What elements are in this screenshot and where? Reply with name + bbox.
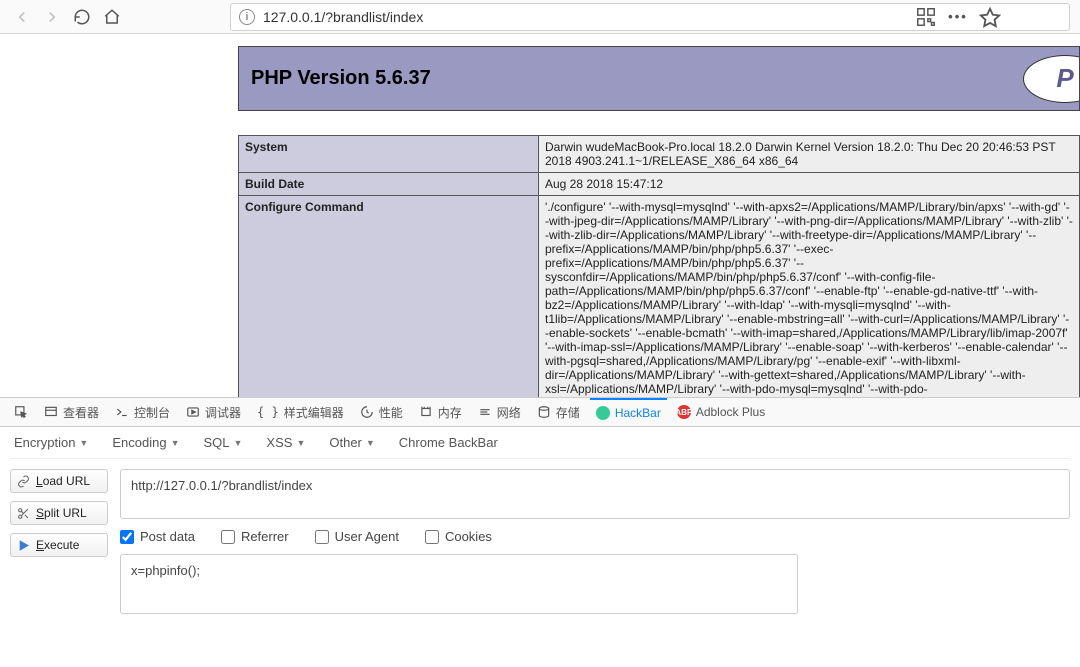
hackbar-icon xyxy=(596,406,610,420)
tab-debugger[interactable]: 调试器 xyxy=(180,398,247,426)
tab-performance[interactable]: 性能 xyxy=(354,398,409,426)
tab-console[interactable]: 控制台 xyxy=(109,398,176,426)
chevron-down-icon: ▼ xyxy=(296,438,305,448)
referrer-checkbox[interactable]: Referrer xyxy=(221,529,289,544)
qr-icon[interactable] xyxy=(915,6,937,28)
tab-styleeditor[interactable]: { } 样式编辑器 xyxy=(251,398,350,426)
chevron-down-icon: ▼ xyxy=(171,438,180,448)
back-button[interactable] xyxy=(10,5,34,29)
load-url-button[interactable]: Load URL xyxy=(10,469,108,493)
tab-hackbar[interactable]: HackBar xyxy=(590,398,667,426)
table-row: System Darwin wudeMacBook-Pro.local 18.2… xyxy=(239,136,1080,173)
page-viewport: PHP Version 5.6.37 P System Darwin wudeM… xyxy=(0,34,1080,397)
table-row: Build Date Aug 28 2018 15:47:12 xyxy=(239,173,1080,196)
adblock-icon: ABP xyxy=(677,405,691,419)
postdata-checkbox[interactable]: Post data xyxy=(120,529,195,544)
phpinfo-label: System xyxy=(239,136,539,173)
split-url-button[interactable]: Split URL xyxy=(10,501,108,525)
phpinfo-label: Configure Command xyxy=(239,196,539,398)
url-bar[interactable]: i 127.0.0.1/?brandlist/index ••• xyxy=(230,3,1070,31)
php-logo-icon: P xyxy=(1023,55,1080,103)
urlbar-right-icons: ••• xyxy=(915,6,1001,28)
tab-adblock[interactable]: ABP Adblock Plus xyxy=(671,398,771,426)
hackbar-url-input[interactable]: http://127.0.0.1/?brandlist/index xyxy=(120,469,1070,519)
chevron-down-icon: ▼ xyxy=(234,438,243,448)
forward-button[interactable] xyxy=(40,5,64,29)
hackbar-main: http://127.0.0.1/?brandlist/index Post d… xyxy=(120,469,1070,614)
execute-button[interactable]: Execute xyxy=(10,533,108,557)
browser-navbar: i 127.0.0.1/?brandlist/index ••• xyxy=(0,0,1080,34)
tab-inspector[interactable]: 查看器 xyxy=(38,398,105,426)
hackbar-side-buttons: Load URL Split URL Execute xyxy=(10,469,108,614)
menu-encryption[interactable]: Encryption▼ xyxy=(14,435,88,450)
url-text: 127.0.0.1/?brandlist/index xyxy=(263,9,423,25)
menu-xss[interactable]: XSS▼ xyxy=(266,435,305,450)
scissors-icon xyxy=(17,507,30,520)
table-row: Configure Command './configure' '--with-… xyxy=(239,196,1080,398)
hackbar-panel: Encryption▼ Encoding▼ SQL▼ XSS▼ Other▼ C… xyxy=(0,427,1080,624)
phpinfo-label: Build Date xyxy=(239,173,539,196)
link-icon xyxy=(17,475,30,488)
menu-sql[interactable]: SQL▼ xyxy=(203,435,242,450)
phpinfo-table: System Darwin wudeMacBook-Pro.local 18.2… xyxy=(238,135,1080,397)
tab-storage[interactable]: 存储 xyxy=(531,398,586,426)
bookmark-star-icon[interactable] xyxy=(979,6,1001,28)
more-icon[interactable]: ••• xyxy=(947,6,969,28)
phpinfo-banner: PHP Version 5.6.37 P xyxy=(238,46,1080,111)
play-icon xyxy=(17,539,30,552)
useragent-checkbox[interactable]: User Agent xyxy=(315,529,399,544)
phpinfo-value: Darwin wudeMacBook-Pro.local 18.2.0 Darw… xyxy=(539,136,1080,173)
tab-memory[interactable]: 内存 xyxy=(413,398,468,426)
chevron-down-icon: ▼ xyxy=(366,438,375,448)
devtools-tabbar: 查看器 控制台 调试器 { } 样式编辑器 性能 内存 网络 存储 HackBa… xyxy=(0,397,1080,427)
menu-encoding[interactable]: Encoding▼ xyxy=(112,435,179,450)
tab-network[interactable]: 网络 xyxy=(472,398,527,426)
chevron-down-icon: ▼ xyxy=(79,438,88,448)
hackbar-checkboxes: Post data Referrer User Agent Cookies xyxy=(120,529,1070,544)
hackbar-menu: Encryption▼ Encoding▼ SQL▼ XSS▼ Other▼ C… xyxy=(10,427,1070,459)
hackbar-postdata-input[interactable]: x=phpinfo(); xyxy=(120,554,798,614)
reload-button[interactable] xyxy=(70,5,94,29)
phpinfo-value: Aug 28 2018 15:47:12 xyxy=(539,173,1080,196)
site-info-icon[interactable]: i xyxy=(239,9,255,25)
phpinfo-value: './configure' '--with-mysql=mysqlnd' '--… xyxy=(539,196,1080,398)
phpinfo-title: PHP Version 5.6.37 xyxy=(251,67,1067,90)
menu-other[interactable]: Other▼ xyxy=(329,435,374,450)
home-button[interactable] xyxy=(100,5,124,29)
menu-chrome-backbar[interactable]: Chrome BackBar xyxy=(399,435,498,450)
devtools-select-element-icon[interactable] xyxy=(8,398,34,426)
cookies-checkbox[interactable]: Cookies xyxy=(425,529,492,544)
